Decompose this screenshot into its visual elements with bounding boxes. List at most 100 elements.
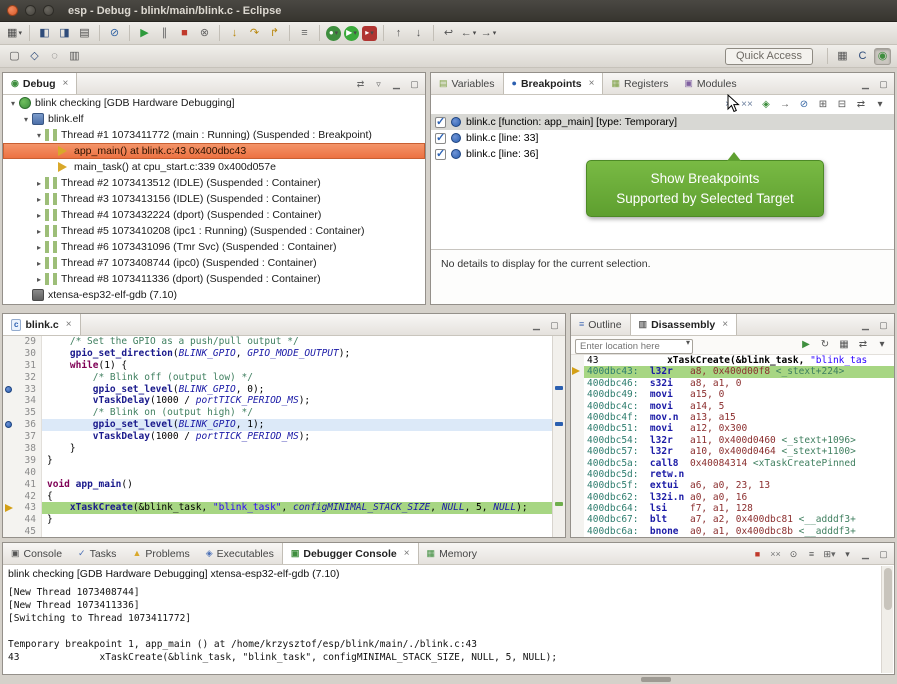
editor-gutter[interactable]	[3, 431, 16, 443]
editor-line[interactable]: 43 xTaskCreate(&blink_task, "blink_task"…	[3, 502, 552, 514]
disassembly-row[interactable]: 400dbc62: l32i.n a0, a0, 16	[571, 492, 894, 503]
editor-line[interactable]: 44}	[3, 514, 552, 526]
tab-blink-c[interactable]: cblink.c×	[3, 314, 81, 335]
editor-gutter[interactable]	[3, 395, 16, 407]
close-tab-icon[interactable]: ×	[66, 319, 72, 330]
view-menu-icon[interactable]: ▿	[371, 77, 386, 92]
editor-line[interactable]: 39}	[3, 455, 552, 467]
quick-access-box[interactable]: Quick Access	[725, 48, 813, 65]
editor-line[interactable]: 42{	[3, 491, 552, 503]
editor-line[interactable]: 40	[3, 467, 552, 479]
disassembly-row[interactable]: 400dbc51: movi a12, 0x300	[571, 423, 894, 434]
minimize-icon[interactable]: ▁	[858, 547, 873, 562]
breakpoint-item[interactable]: blink.c [line: 33]	[431, 130, 894, 146]
editor-gutter[interactable]	[3, 348, 16, 360]
overview-mark-breakpoint-36[interactable]	[555, 422, 563, 426]
close-tab-icon[interactable]: ×	[63, 78, 69, 89]
window-maximize-button[interactable]	[43, 5, 54, 16]
editor-gutter[interactable]	[3, 455, 16, 467]
terminate-icon[interactable]: ■	[750, 547, 765, 562]
expand-collapsed-icon[interactable]: ▸	[33, 227, 45, 236]
disassembly-row[interactable]: 400dbc5a: call8 0x40084314 <xTaskCreateP…	[571, 458, 894, 469]
back-icon[interactable]: ←▾	[460, 25, 477, 42]
tab-tasks[interactable]: ✓Tasks	[70, 543, 124, 564]
tab-variables[interactable]: ▤Variables	[431, 73, 503, 94]
expand-collapsed-icon[interactable]: ▸	[33, 195, 45, 204]
close-tab-icon[interactable]: ×	[404, 548, 410, 559]
disassembly-row[interactable]: 400dbc54: l32r a11, 0x400d0460 <_stext+1…	[571, 435, 894, 446]
expand-collapsed-icon[interactable]: ▸	[33, 179, 45, 188]
location-dropdown-icon[interactable]: ▾	[686, 338, 690, 347]
sync-with-pc-icon[interactable]: ▶	[798, 337, 814, 353]
expand-collapsed-icon[interactable]: ▸	[33, 259, 45, 268]
debug-tree-item[interactable]: ▸Thread #4 1073432224 (dport) (Suspended…	[3, 207, 425, 223]
go-to-file-for-breakpoint-icon[interactable]: →	[777, 97, 793, 113]
editor-gutter[interactable]	[3, 467, 16, 479]
debug-tree-item[interactable]: ▸Thread #3 1073413156 (IDLE) (Suspended …	[3, 191, 425, 207]
expand-collapsed-icon[interactable]: ▸	[33, 211, 45, 220]
breakpoint-checkbox[interactable]	[435, 133, 446, 144]
editor-gutter[interactable]	[3, 360, 16, 372]
overview-mark-breakpoint-33[interactable]	[555, 386, 563, 390]
tab-console[interactable]: ▣Console	[3, 543, 70, 564]
debug-tree-item[interactable]: ▸Thread #2 1073413512 (IDLE) (Suspended …	[3, 175, 425, 191]
horizontal-scrollbar-handle[interactable]	[641, 677, 671, 682]
debug-tree-item[interactable]: ▾Thread #1 1073411772 (main : Running) (…	[3, 127, 425, 143]
editor-line[interactable]: 32 /* Blink off (output low) */	[3, 372, 552, 384]
debug-perspective-icon[interactable]: ◉	[874, 48, 891, 65]
show-breakpoints-for-target-icon[interactable]: ◈	[758, 97, 774, 113]
editor-line[interactable]: 36 gpio_set_level(BLINK_GPIO, 1);	[3, 419, 552, 431]
disconnect-icon[interactable]: ⊗	[196, 25, 213, 42]
view-menu-icon[interactable]: ▾	[872, 97, 888, 113]
close-tab-icon[interactable]: ×	[722, 319, 728, 330]
editor-gutter[interactable]	[3, 502, 16, 514]
console-scrollbar-handle[interactable]	[884, 568, 892, 610]
editor-gutter[interactable]	[3, 407, 16, 419]
scroll-lock-icon[interactable]: ≡	[804, 547, 819, 562]
editor-gutter[interactable]	[3, 336, 16, 348]
editor-line[interactable]: 29 /* Set the GPIO as a push/pull output…	[3, 336, 552, 348]
editor-gutter[interactable]	[3, 479, 16, 491]
editor-line[interactable]: 34 vTaskDelay(1000 / portTICK_PERIOD_MS)…	[3, 395, 552, 407]
expand-expanded-icon[interactable]: ▾	[33, 131, 45, 140]
debug-tree-item[interactable]: ▸Thread #5 1073410208 (ipc1 : Running) (…	[3, 223, 425, 239]
link-with-active-context-icon[interactable]: ⇄	[855, 337, 871, 353]
disassembly-row[interactable]: 400dbc46: s32i a8, a1, 0	[571, 378, 894, 389]
editor-gutter[interactable]	[3, 372, 16, 384]
block-selection-icon[interactable]: ▥	[66, 48, 83, 65]
link-with-debug-view-icon[interactable]: ⇄	[853, 97, 869, 113]
editor-line[interactable]: 35 /* Blink on (output high) */	[3, 407, 552, 419]
breakpoint-checkbox[interactable]	[435, 117, 446, 128]
previous-annotation-icon[interactable]: ↑	[390, 25, 407, 42]
new-wizard-icon[interactable]: ▦▾	[6, 25, 23, 42]
debug-tree-item[interactable]: ▸Thread #6 1073431096 (Tmr Svc) (Suspend…	[3, 239, 425, 255]
expand-all-icon[interactable]: ⊞	[815, 97, 831, 113]
external-tools-icon[interactable]: ▸▾	[362, 26, 377, 41]
disassembly-row[interactable]: 400dbc64: lsi f7, a1, 128	[571, 503, 894, 514]
tab-disassembly[interactable]: ▥Disassembly×	[630, 314, 738, 335]
disassembly-row[interactable]: 43 xTaskCreate(&blink_task, "blink_tas	[571, 355, 894, 366]
tab-debugger-console[interactable]: ▣Debugger Console×	[282, 543, 419, 564]
editor-gutter[interactable]	[3, 443, 16, 455]
debug-tree-item[interactable]: xtensa-esp32-elf-gdb (7.10)	[3, 287, 425, 303]
step-into-icon[interactable]: ↓	[226, 25, 243, 42]
breakpoint-item[interactable]: blink.c [function: app_main] [type: Temp…	[431, 114, 894, 130]
tab-registers[interactable]: ▦Registers	[603, 73, 676, 94]
view-menu-icon[interactable]: ▾	[840, 547, 855, 562]
resume-icon[interactable]: ▶	[136, 25, 153, 42]
open-console-icon[interactable]: ⊞▾	[822, 547, 837, 562]
minimize-icon[interactable]: ▁	[858, 318, 873, 333]
debug-tree-item[interactable]: ▸Thread #7 1073408744 (ipc0) (Suspended …	[3, 255, 425, 271]
refresh-icon[interactable]: ↻	[817, 337, 833, 353]
expand-collapsed-icon[interactable]: ▸	[33, 243, 45, 252]
debug-tree-item[interactable]: ▸Thread #8 1073411336 (dport) (Suspended…	[3, 271, 425, 287]
minimize-icon[interactable]: ▁	[858, 77, 873, 92]
skip-all-breakpoints-icon[interactable]: ⊘	[106, 25, 123, 42]
editor-gutter[interactable]	[3, 384, 16, 396]
maximize-icon[interactable]: ▢	[876, 77, 891, 92]
editor-line[interactable]: 38 }	[3, 443, 552, 455]
forward-icon[interactable]: →▾	[480, 25, 497, 42]
collapse-all-icon[interactable]: ⊟	[834, 97, 850, 113]
tab-executables[interactable]: ◈Executables	[198, 543, 282, 564]
tab-breakpoints[interactable]: ●Breakpoints×	[503, 73, 604, 94]
